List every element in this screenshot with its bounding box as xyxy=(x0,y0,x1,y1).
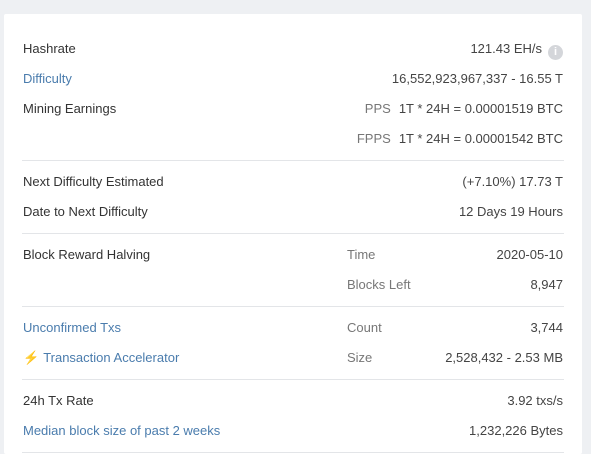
network-stats-card: Hashrate 121.43 EH/s i Difficulty 16,552,… xyxy=(4,14,582,454)
transaction-accelerator-link[interactable]: ⚡ Transaction Accelerator xyxy=(23,343,179,373)
median-block-link[interactable]: Median block size of past 2 weeks xyxy=(23,416,220,446)
halving-time-row: Block Reward Halving Time 2020-05-10 xyxy=(22,240,564,270)
halving-blocks-row: Blocks Left 8,947 xyxy=(22,270,564,300)
hashrate-value-wrap: 121.43 EH/s i xyxy=(470,34,563,64)
tx-rate-value: 3.92 txs/s xyxy=(507,393,563,408)
difficulty-row: Difficulty 16,552,923,967,337 - 16.55 T xyxy=(22,64,564,94)
mining-earnings-label: Mining Earnings xyxy=(23,101,117,116)
halving-time-label: Time xyxy=(347,247,376,262)
header-strip xyxy=(0,0,591,14)
hashrate-label: Hashrate xyxy=(23,41,76,56)
hashrate-row: Hashrate 121.43 EH/s i xyxy=(22,34,564,64)
fpps-value-wrap: FPPS 1T * 24H = 0.00001542 BTC xyxy=(357,124,563,154)
median-block-value: 1,232,226 Bytes xyxy=(469,423,563,438)
halving-label: Block Reward Halving xyxy=(23,247,151,262)
transaction-accelerator-label: Transaction Accelerator xyxy=(43,350,180,365)
divider xyxy=(22,160,564,161)
difficulty-link[interactable]: Difficulty xyxy=(23,64,72,94)
size-label: Size xyxy=(347,350,373,365)
count-value: 3,744 xyxy=(530,320,563,335)
mining-earnings-fpps-row: FPPS 1T * 24H = 0.00001542 BTC xyxy=(22,124,564,154)
unconfirmed-txs-link[interactable]: Unconfirmed Txs xyxy=(23,313,121,343)
divider xyxy=(22,452,564,453)
pps-tag: PPS xyxy=(364,101,391,116)
info-icon[interactable]: i xyxy=(548,45,563,60)
lightning-icon: ⚡ xyxy=(23,350,40,365)
next-difficulty-label: Next Difficulty Estimated xyxy=(23,174,164,189)
unconfirmed-count-row: Unconfirmed Txs Count 3,744 xyxy=(22,313,564,343)
fpps-tag: FPPS xyxy=(356,131,391,146)
next-difficulty-value: (+7.10%) 17.73 T xyxy=(462,174,563,189)
date-next-label: Date to Next Difficulty xyxy=(23,204,148,219)
median-block-row: Median block size of past 2 weeks 1,232,… xyxy=(22,416,564,446)
blocks-left-label: Blocks Left xyxy=(347,277,411,292)
difficulty-value: 16,552,923,967,337 - 16.55 T xyxy=(391,71,563,86)
blocks-left-value: 8,947 xyxy=(530,277,563,292)
next-difficulty-row: Next Difficulty Estimated (+7.10%) 17.73… xyxy=(22,167,564,197)
tx-rate-row: 24h Tx Rate 3.92 txs/s xyxy=(22,386,564,416)
size-value: 2,528,432 - 2.53 MB xyxy=(445,350,563,365)
pps-value: 1T * 24H = 0.00001519 BTC xyxy=(398,101,563,116)
date-next-difficulty-row: Date to Next Difficulty 12 Days 19 Hours xyxy=(22,197,564,227)
pps-value-wrap: PPS 1T * 24H = 0.00001519 BTC xyxy=(365,94,563,124)
divider xyxy=(22,379,564,380)
mining-earnings-pps-row: Mining Earnings PPS 1T * 24H = 0.00001519… xyxy=(22,94,564,124)
halving-time-value: 2020-05-10 xyxy=(496,247,564,262)
date-next-value: 12 Days 19 Hours xyxy=(458,204,563,219)
unconfirmed-size-row: ⚡ Transaction Accelerator Size 2,528,432 … xyxy=(22,343,564,373)
divider xyxy=(22,233,564,234)
divider xyxy=(22,306,564,307)
count-label: Count xyxy=(347,320,382,335)
hashrate-value: 121.43 EH/s xyxy=(470,41,542,56)
tx-rate-label: 24h Tx Rate xyxy=(23,393,94,408)
fpps-value: 1T * 24H = 0.00001542 BTC xyxy=(398,131,563,146)
